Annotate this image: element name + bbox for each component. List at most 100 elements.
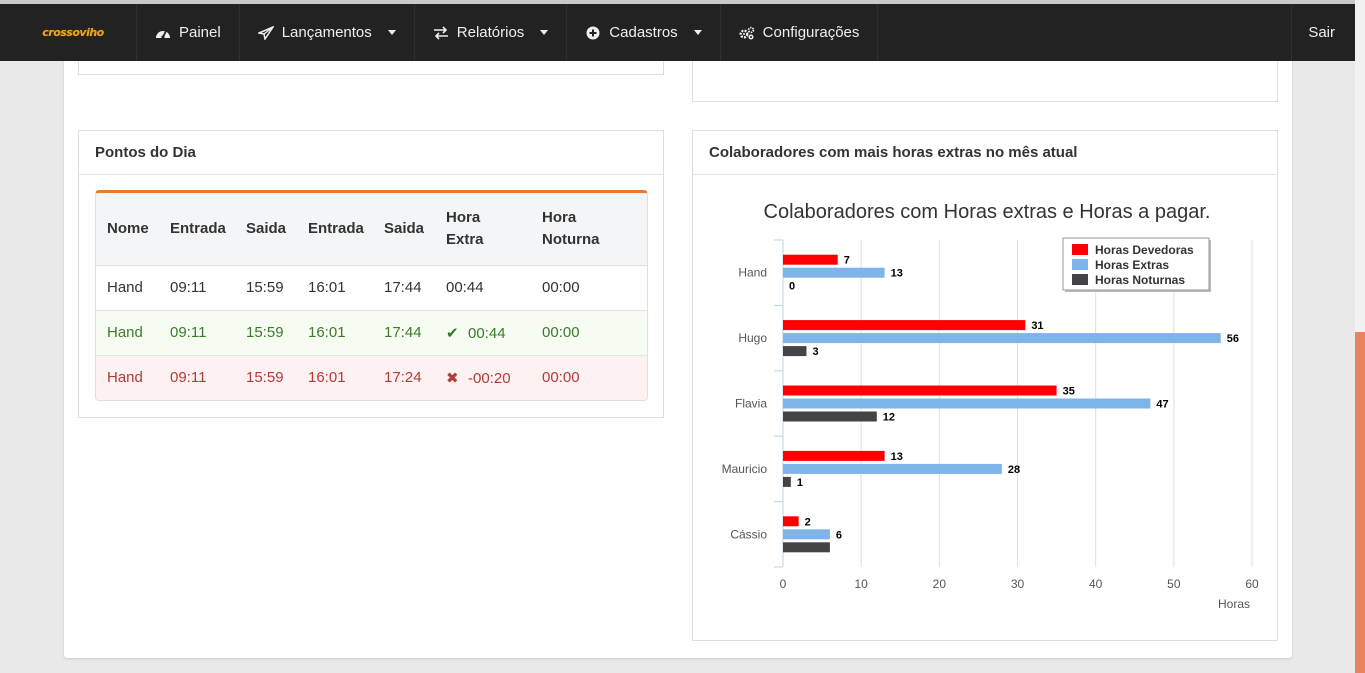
- nav-lancamentos-label: Lançamentos: [281, 24, 372, 41]
- bar-horas-noturnas: [783, 476, 791, 487]
- legend-swatch: [1072, 274, 1088, 285]
- bar-horas-noturnas: [783, 542, 830, 553]
- x-tick-label: 10: [854, 577, 868, 591]
- bar-horas-devedoras: [783, 516, 799, 527]
- cross-icon: ✖: [446, 369, 459, 387]
- bar-horas-extras: [783, 529, 830, 540]
- chevron-down-icon: [693, 30, 702, 35]
- cell-hora-extra: ✖ -00:20: [435, 354, 531, 400]
- x-tick-label: 30: [1011, 577, 1025, 591]
- bar-horas-devedoras: [783, 385, 1057, 396]
- pontos-table: Nome Entrada Saida Entrada Saida Hora Ex…: [96, 193, 647, 400]
- data-label: 13: [891, 451, 903, 463]
- chart-bars: [783, 254, 1221, 553]
- cell-saida2: 17:24: [373, 354, 435, 400]
- nav-lancamentos[interactable]: Lançamentos: [240, 4, 415, 61]
- pontos-table-wrapper: Nome Entrada Saida Entrada Saida Hora Ex…: [95, 190, 648, 401]
- cell-hora-noturna: 00:00: [531, 354, 647, 400]
- legend-swatch: [1072, 259, 1088, 270]
- x-tick-label: 0: [780, 577, 787, 591]
- cell-entrada2: 16:01: [308, 279, 346, 296]
- table-row: Hand 09:11 15:59 16:01 17:24 ✖ -00:20 00:…: [96, 354, 647, 400]
- pontos-do-dia-panel: Pontos do Dia Nome Entrada Saida Entrada…: [78, 130, 664, 418]
- nav-relatorios-label: Relatórios: [456, 24, 525, 41]
- bar-horas-devedoras: [783, 254, 838, 265]
- col-saida2-header: Saida: [373, 193, 435, 266]
- cell-entrada2: 16:01: [297, 309, 373, 355]
- hora-noturna-header-text: Hora Noturna: [542, 208, 600, 248]
- table-row: Hand 09:11 15:59 16:01 17:44 00:44 00:00: [96, 265, 647, 310]
- y-category-label: Flavia: [735, 397, 767, 411]
- legend-item-label: Horas Devedoras: [1095, 243, 1194, 257]
- bar-horas-devedoras: [783, 320, 1026, 331]
- bar-horas-extras: [783, 463, 1002, 474]
- col-hora-extra-header: Hora Extra: [435, 193, 531, 266]
- nav-relatorios[interactable]: Relatórios: [415, 4, 568, 61]
- bar-horas-noturnas: [783, 411, 877, 422]
- table-row: Hand 09:11 15:59 16:01 17:44 ✔ 00:44 00:0…: [96, 309, 647, 355]
- brand-logo-text: crossoviho: [42, 26, 104, 39]
- page-content: Pontos do Dia Nome Entrada Saida Entrada…: [64, 20, 1292, 658]
- page-scrollbar[interactable]: [1355, 0, 1365, 673]
- cell-entrada: 09:11: [159, 309, 235, 355]
- checkmark-icon: ✔: [446, 324, 459, 342]
- chart-title: Colaboradores com Horas extras e Horas a…: [764, 201, 1211, 223]
- gears-icon: [739, 26, 755, 40]
- top-navbar: crossoviho Painel Lançamentos Relatórios…: [0, 4, 1355, 61]
- cell-saida2: 17:44: [373, 309, 435, 355]
- exchange-icon: [433, 25, 449, 40]
- y-category-label: Hand: [738, 266, 767, 280]
- cell-entrada: 09:11: [159, 354, 235, 400]
- cell-nome: Hand: [96, 354, 159, 400]
- data-label: 56: [1227, 333, 1239, 345]
- y-category-label: Hugo: [738, 331, 767, 345]
- cell-saida: 15:59: [235, 354, 297, 400]
- data-label: 3: [812, 346, 818, 358]
- y-category-label: Mauricio: [722, 462, 768, 476]
- data-label: 12: [883, 412, 895, 424]
- nav-cadastros-label: Cadastros: [609, 24, 678, 41]
- chart-labels: 7130315633547121328126: [789, 255, 1239, 542]
- scrollbar-thumb[interactable]: [1355, 332, 1365, 673]
- colaboradores-panel: Colaboradores com mais horas extras no m…: [692, 130, 1278, 641]
- cell-nome: Hand: [96, 309, 159, 355]
- hora-extra-header-text: Hora Extra: [446, 208, 484, 248]
- cell-saida2: 17:44: [384, 279, 422, 296]
- nav-cadastros[interactable]: Cadastros: [567, 4, 721, 61]
- data-label: 35: [1063, 386, 1075, 398]
- chevron-down-icon: [540, 30, 549, 35]
- data-label: 2: [805, 516, 811, 528]
- cell-hora-extra: ✔ 00:44: [435, 309, 531, 355]
- bar-horas-devedoras: [783, 450, 885, 461]
- data-label: 47: [1156, 399, 1168, 411]
- data-label: 7: [844, 255, 850, 267]
- col-hora-noturna-header: Hora Noturna: [531, 193, 647, 266]
- nav-configuracoes[interactable]: Configurações: [721, 4, 879, 61]
- cell-hora-noturna: 00:00: [542, 279, 580, 296]
- legend-item-label: Horas Noturnas: [1095, 273, 1185, 287]
- bar-horas-noturnas: [783, 346, 807, 357]
- x-tick-label: 20: [933, 577, 947, 591]
- bar-horas-extras: [783, 398, 1151, 409]
- chevron-down-icon: [387, 30, 396, 35]
- data-label: 31: [1031, 320, 1043, 332]
- nav-painel[interactable]: Painel: [137, 4, 240, 61]
- col-entrada2-header: Entrada: [297, 193, 373, 266]
- col-entrada-header: Entrada: [159, 193, 235, 266]
- col-nome-header: Nome: [96, 193, 159, 266]
- nav-configuracoes-label: Configurações: [762, 24, 860, 41]
- x-tick-label: 60: [1245, 577, 1259, 591]
- brand-logo[interactable]: crossoviho: [0, 4, 137, 61]
- bar-horas-extras: [783, 333, 1221, 344]
- colaboradores-panel-title: Colaboradores com mais horas extras no m…: [693, 131, 1277, 175]
- legend-item-label: Horas Extras: [1095, 258, 1169, 272]
- chart-legend[interactable]: Horas DevedorasHoras ExtrasHoras Noturna…: [1062, 237, 1211, 292]
- plus-circle-icon: [585, 26, 601, 40]
- cell-nome: Hand: [107, 279, 143, 296]
- data-label: 1: [797, 477, 803, 489]
- pontos-panel-title: Pontos do Dia: [79, 131, 663, 175]
- logout-button[interactable]: Sair: [1291, 4, 1355, 61]
- cell-hora-extra: 00:44: [446, 279, 484, 296]
- table-header-row: Nome Entrada Saida Entrada Saida Hora Ex…: [96, 193, 647, 266]
- col-saida-header: Saida: [235, 193, 297, 266]
